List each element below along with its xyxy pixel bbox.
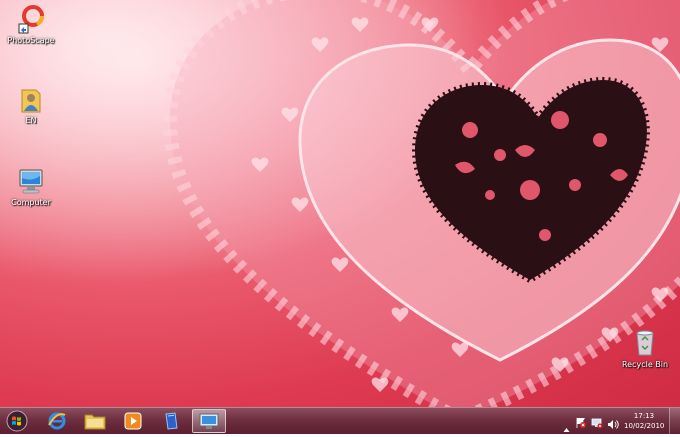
action-center-icon[interactable]	[575, 414, 587, 433]
volume-icon[interactable]	[607, 415, 619, 434]
taskbar-internet-explorer[interactable]	[40, 409, 74, 433]
windows-orb-icon	[6, 410, 28, 432]
photoscape-icon	[18, 5, 44, 34]
desktop-icon-label: Recycle Bin	[621, 360, 669, 369]
desktop-icon-label: Computer	[11, 198, 51, 207]
desktop-icon-label: EN	[25, 116, 37, 125]
taskbar-control-panel[interactable]	[192, 409, 226, 433]
system-tray: 17:13 10/02/2010	[560, 408, 680, 434]
user-folder-icon	[21, 89, 41, 113]
clock-time: 17:13	[633, 412, 655, 420]
network-icon[interactable]	[591, 414, 603, 433]
internet-explorer-icon	[48, 412, 66, 430]
book-icon	[165, 412, 178, 430]
wallpaper	[0, 0, 680, 407]
desktop-icon-en[interactable]: EN	[1, 84, 61, 125]
taskbar: 17:13 10/02/2010	[0, 407, 680, 434]
monitor-icon	[199, 413, 219, 429]
desktop[interactable]: PhotoScape EN Computer Recycle Bin	[0, 0, 680, 407]
media-player-icon	[124, 412, 142, 430]
folder-icon	[84, 414, 106, 430]
computer-icon	[19, 169, 43, 194]
show-desktop-button[interactable]	[669, 408, 680, 434]
taskbar-media-player[interactable]	[116, 409, 150, 433]
desktop-icon-recycle-bin[interactable]: Recycle Bin	[615, 326, 675, 369]
desktop-icon-label: PhotoScape	[7, 36, 55, 45]
desktop-icon-photoscape[interactable]: PhotoScape	[1, 4, 61, 45]
start-button[interactable]	[2, 409, 32, 433]
recycle-bin-icon	[636, 330, 654, 356]
desktop-icon-computer[interactable]: Computer	[1, 166, 61, 207]
clock-date: 10/02/2010	[624, 422, 665, 430]
taskbar-windows-explorer[interactable]	[78, 409, 112, 433]
clock[interactable]: 17:13 10/02/2010	[624, 411, 664, 431]
taskbar-app-blue[interactable]	[154, 409, 188, 433]
show-hidden-icon[interactable]	[563, 418, 570, 437]
